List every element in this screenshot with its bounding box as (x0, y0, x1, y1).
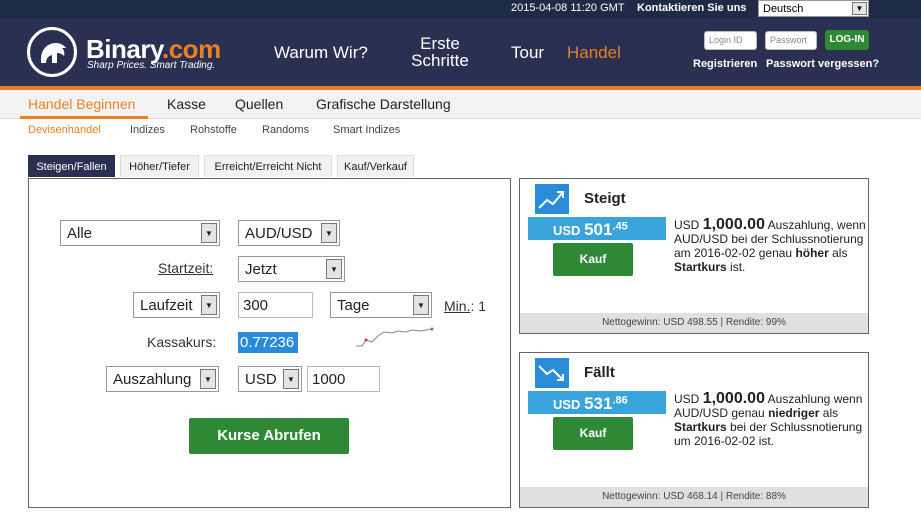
forgot-password-link[interactable]: Passwort vergessen? (766, 58, 879, 70)
buy-button[interactable]: Kauf (553, 243, 633, 276)
tab-hoeher-tiefer[interactable]: Höher/Tiefer (120, 155, 199, 177)
chevron-down-icon: ▼ (326, 259, 342, 279)
tab-erreicht[interactable]: Erreicht/Erreicht Nicht (204, 155, 332, 177)
payout-amount: 1,000.00 (702, 216, 765, 233)
desc-text: als (822, 406, 839, 420)
password-input[interactable]: Passwort (765, 31, 817, 50)
nav-handel[interactable]: Handel (567, 44, 621, 61)
submenu-devisenhandel[interactable]: Devisenhandel (28, 124, 101, 136)
contract-description: USD 1,000.00 Auszahlung, wenn AUD/USD be… (674, 216, 866, 275)
submenu-smart-indizes[interactable]: Smart Indizes (333, 124, 400, 136)
market-value: Alle (67, 225, 93, 242)
min-value: : 1 (470, 298, 487, 314)
chevron-down-icon: ▼ (200, 369, 216, 389)
start-time-value: Jetzt (245, 261, 277, 278)
desc-direction: höher (795, 246, 829, 260)
desc-text: ist. (730, 260, 746, 274)
price-decimal: .45 (612, 220, 628, 233)
submenu-rohstoffe[interactable]: Rohstoffe (190, 124, 237, 136)
bull-icon (41, 43, 66, 63)
main-menu (0, 90, 921, 119)
contract-title: Fällt (584, 364, 615, 381)
payout-currency: USD (674, 218, 700, 232)
currency-select[interactable]: USD ▼ (238, 366, 302, 392)
price-currency: USD (553, 223, 581, 238)
spot-value: 0.77236 (238, 332, 298, 353)
nav-tour[interactable]: Tour (511, 44, 544, 61)
chevron-down-icon: ▼ (852, 2, 867, 15)
duration-type-value: Laufzeit (140, 297, 193, 314)
amount-input[interactable]: 1000 (307, 366, 380, 392)
desc-text: als (832, 246, 848, 260)
duration-unit-select[interactable]: Tage ▼ (330, 292, 432, 318)
price-currency: USD (553, 397, 581, 412)
chevron-down-icon: ▼ (283, 369, 299, 389)
contract-footer: Nettogewinn: USD 498.55 | Rendite: 99% (520, 313, 868, 333)
submenu-randoms[interactable]: Randoms (262, 124, 309, 136)
menu-grafische-darstellung[interactable]: Grafische Darstellung (316, 96, 451, 112)
chevron-down-icon: ▼ (201, 295, 217, 315)
login-id-input[interactable]: Login ID (704, 31, 757, 50)
payout-currency: USD (674, 392, 700, 406)
buy-button[interactable]: Kauf (553, 417, 633, 450)
top-bar: 2015-04-08 11:20 GMT Kontaktieren Sie un… (0, 0, 921, 18)
payout-type-value: Auszahlung (113, 371, 192, 388)
tagline: Sharp Prices. Smart Trading. (87, 60, 216, 71)
duration-type-select[interactable]: Laufzeit ▼ (133, 292, 220, 318)
payout-type-select[interactable]: Auszahlung ▼ (106, 366, 219, 392)
min-duration-hint: Min.: 1 (444, 298, 486, 314)
price-main: 531 (584, 394, 613, 413)
underlying-value: AUD/USD (245, 225, 313, 242)
nav-warum-wir[interactable]: Warum Wir? (274, 44, 368, 61)
language-select[interactable]: Deutsch ▼ (758, 0, 869, 17)
nav-erste-schritte[interactable]: Erste Schritte (404, 35, 476, 69)
tab-steigen-fallen[interactable]: Steigen/Fallen (28, 155, 115, 177)
language-value: Deutsch (763, 3, 804, 15)
register-link[interactable]: Registrieren (693, 58, 757, 70)
tab-kauf-verkauf[interactable]: Kauf/Verkauf (337, 155, 414, 177)
currency-value: USD (245, 371, 277, 388)
min-label: Min. (444, 298, 471, 314)
spot-sparkline (356, 327, 434, 347)
market-select[interactable]: Alle ▼ (60, 220, 220, 246)
contract-description: USD 1,000.00 Auszahlung wenn AUD/USD gen… (674, 390, 866, 449)
logo[interactable] (27, 27, 77, 77)
contract-price: USD 531.86 (528, 391, 666, 414)
start-time-select[interactable]: Jetzt ▼ (238, 256, 345, 282)
chevron-down-icon: ▼ (321, 223, 337, 243)
underlying-select[interactable]: AUD/USD ▼ (238, 220, 340, 246)
server-time: 2015-04-08 11:20 GMT (511, 2, 625, 14)
contract-title: Steigt (584, 190, 626, 207)
submenu-indizes[interactable]: Indizes (130, 124, 165, 136)
menu-active-indicator (20, 116, 148, 119)
chevron-down-icon: ▼ (413, 295, 429, 315)
contract-price: USD 501.45 (528, 217, 666, 240)
contact-link[interactable]: Kontaktieren Sie uns (637, 2, 746, 14)
login-button[interactable]: LOG-IN (825, 30, 869, 50)
contract-fall: Fällt USD 531.86 Kauf USD 1,000.00 Ausza… (519, 352, 869, 508)
menu-kasse[interactable]: Kasse (167, 96, 206, 112)
desc-direction: niedriger (768, 406, 820, 420)
menu-handel-beginnen[interactable]: Handel Beginnen (28, 96, 135, 112)
contract-footer: Nettogewinn: USD 468.14 | Rendite: 88% (520, 487, 868, 507)
site-header: Binary.com Sharp Prices. Smart Trading. … (0, 18, 921, 86)
chevron-down-icon: ▼ (201, 223, 217, 243)
price-decimal: .86 (612, 394, 628, 407)
trend-up-icon (535, 184, 569, 214)
payout-amount: 1,000.00 (702, 390, 765, 407)
menu-quellen[interactable]: Quellen (235, 96, 283, 112)
trend-down-icon (535, 358, 569, 388)
desc-barrier: Startkurs (674, 260, 727, 274)
start-time-label: Startzeit: (158, 260, 214, 276)
price-main: 501 (584, 220, 613, 239)
get-prices-button[interactable]: Kurse Abrufen (189, 418, 349, 454)
spot-label: Kassakurs: (147, 334, 217, 350)
desc-barrier: Startkurs (674, 420, 727, 434)
duration-input[interactable]: 300 (238, 292, 313, 318)
contract-rise: Steigt USD 501.45 Kauf USD 1,000.00 Ausz… (519, 178, 869, 334)
duration-unit-value: Tage (337, 297, 370, 314)
